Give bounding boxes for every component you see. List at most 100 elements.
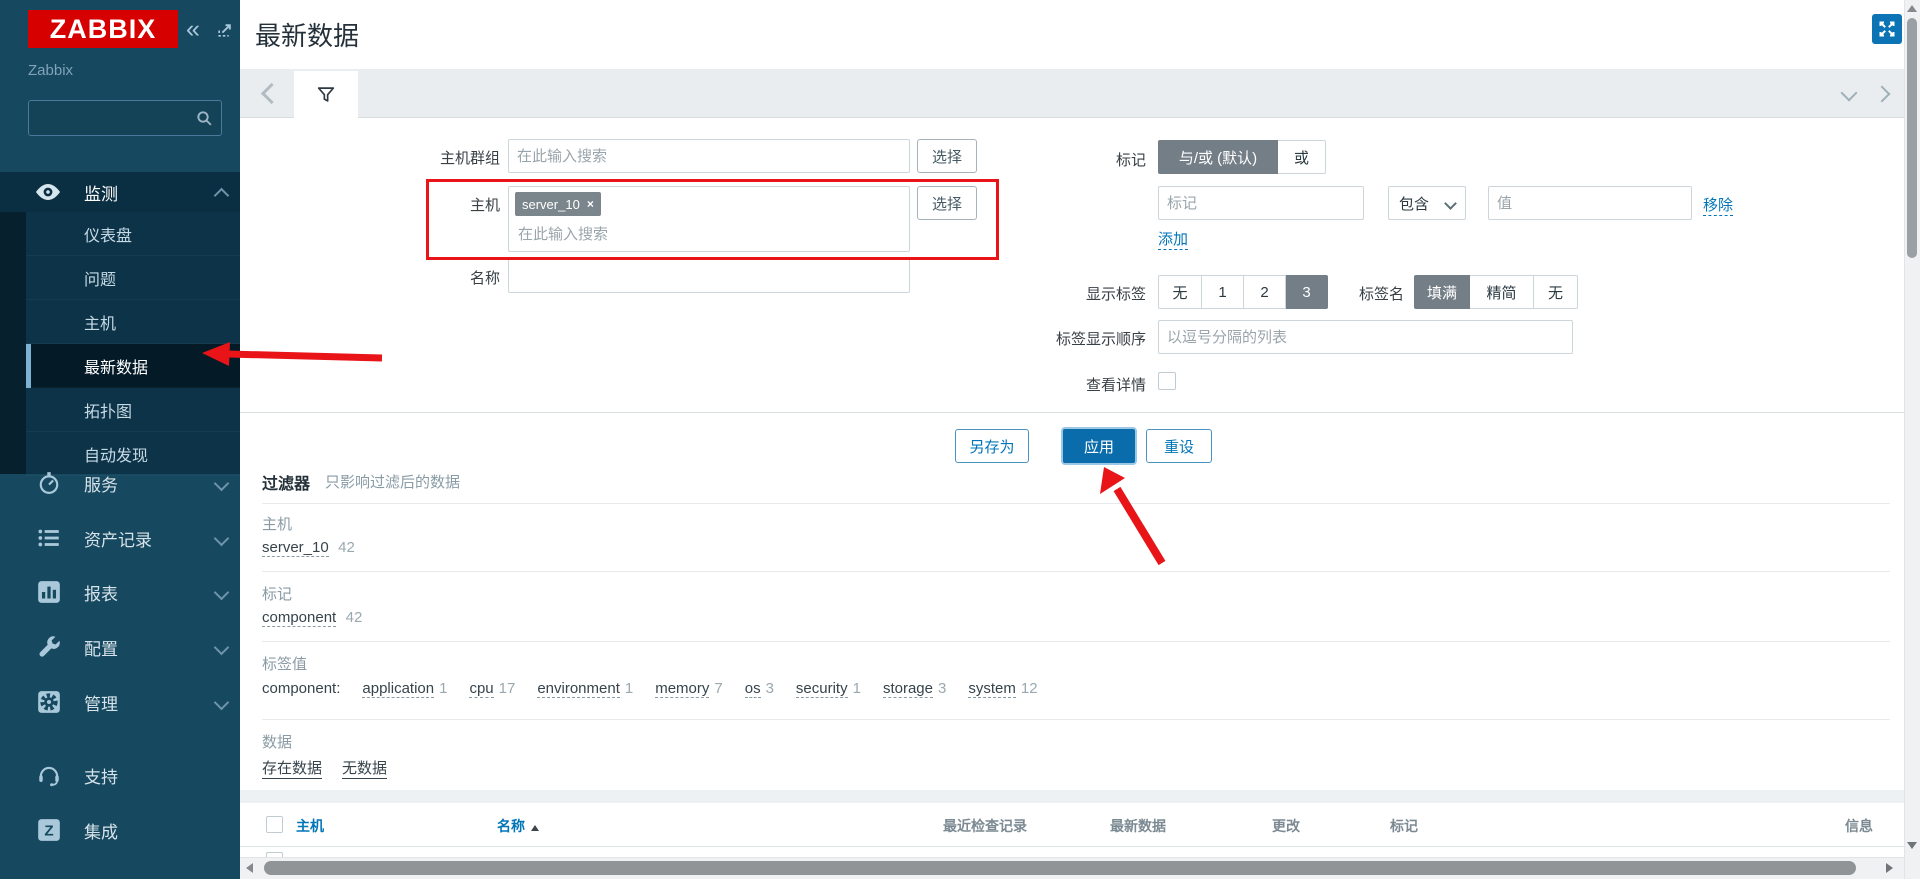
column-header-name[interactable]: 名称 [497,816,539,836]
tagvalue-link[interactable]: application [362,680,434,698]
column-header-last-check: 最近检查记录 [943,816,1027,836]
column-header-info: 信息 [1845,816,1873,836]
tagvalue-item: storage3 [883,680,946,697]
tag-order-input[interactable] [1158,320,1573,354]
column-header-host[interactable]: 主机 [296,816,324,836]
host-group-input[interactable] [508,139,910,173]
sidebar-item-dashboard[interactable]: 仪表盘 [26,212,240,256]
scroll-left-icon[interactable] [246,863,253,873]
tag-value-input[interactable] [1488,186,1692,220]
sidebar-item-reports[interactable]: 报表 [0,565,240,619]
scroll-up-icon[interactable] [1907,5,1917,12]
tag-add-link[interactable]: 添加 [1158,228,1188,250]
reset-button[interactable]: 重设 [1146,429,1212,463]
host-select-button[interactable]: 选择 [917,186,977,220]
tags-andor-segment: 与/或 (默认) 或 [1158,140,1326,174]
eye-icon [34,181,62,203]
tag-remove-link[interactable]: 移除 [1703,194,1733,216]
sidebar-item-configuration[interactable]: 配置 [0,620,240,674]
scroll-right-icon[interactable] [1886,863,1893,873]
tagvalue-link[interactable]: security [796,680,848,698]
tag-order-label: 标签显示顺序 [1006,328,1146,349]
table-header-row [240,803,1904,847]
zabbix-logo[interactable]: ZABBIX [28,10,178,48]
chevron-down-icon [214,584,230,600]
name-input[interactable] [508,259,910,293]
bar-chart-icon [36,579,62,605]
sidebar-item-problems[interactable]: 问题 [26,256,240,300]
sidebar-item-maps[interactable]: 拓扑图 [26,388,240,432]
tags-andor-option[interactable]: 与/或 (默认) [1158,140,1278,174]
headset-icon [36,762,62,788]
tags-or-option[interactable]: 或 [1278,140,1326,174]
sidebar-collapse-icon[interactable]: « [186,16,200,42]
show-tags-none[interactable]: 无 [1158,275,1202,309]
chevron-down-icon [1444,197,1457,210]
host-chip: server_10 × [515,192,601,216]
host-group-select-button[interactable]: 选择 [917,139,977,173]
tagvalues-prefix: component: [262,680,340,697]
chevron-down-icon [214,694,230,710]
tagvalue-item: application1 [362,680,447,697]
sidebar-item-integrations[interactable]: Z 集成 [0,803,240,857]
sidebar-item-support[interactable]: 支持 [0,748,240,802]
tagvalue-item: environment1 [537,680,633,697]
subfilter-host-link[interactable]: server_10 [262,539,329,557]
select-all-checkbox[interactable] [266,816,283,833]
tag-operator-select[interactable]: 包含 [1388,186,1466,220]
tagvalue-link[interactable]: memory [655,680,709,698]
tag-name-shortened[interactable]: 精简 [1470,275,1534,309]
scroll-down-icon[interactable] [1907,842,1917,849]
tag-name-input[interactable] [1158,186,1364,220]
name-label: 名称 [360,267,500,288]
divider [262,719,1890,720]
without-data-link[interactable]: 无数据 [342,757,387,779]
host-multiselect[interactable]: server_10 × 在此输入搜索 [508,186,910,252]
subfilter-tag-count: 42 [346,609,363,626]
z-icon: Z [36,817,62,843]
wrench-icon [36,634,62,660]
subfilter-host-row: server_10 42 [262,539,355,557]
host-input-placeholder: 在此输入搜索 [518,223,608,244]
tagvalue-link[interactable]: storage [883,680,933,698]
show-tags-2[interactable]: 2 [1244,275,1286,309]
tagvalue-link[interactable]: environment [537,680,620,698]
vertical-scroll-thumb[interactable] [1907,18,1917,258]
subfilter-tag-link[interactable]: component [262,609,336,627]
sidebar-search-input[interactable] [37,105,191,133]
with-data-link[interactable]: 存在数据 [262,757,322,779]
show-details-label: 查看详情 [1046,374,1146,395]
tagvalue-link[interactable]: system [968,680,1016,698]
server-name-label: Zabbix [28,62,73,79]
tag-name-full[interactable]: 填满 [1414,275,1470,309]
show-tags-label: 显示标签 [1046,283,1146,304]
subfilter-tagvalues-label: 标签值 [262,653,307,674]
tagvalue-item: system12 [968,680,1037,697]
chip-remove-icon[interactable]: × [587,197,594,211]
tag-name-none[interactable]: 无 [1534,275,1578,309]
horizontal-scroll-thumb[interactable] [264,861,1856,875]
sidebar-item-services[interactable]: 服务 [0,456,240,510]
tagvalue-link[interactable]: os [745,680,761,698]
sidebar-item-inventory[interactable]: 资产记录 [0,511,240,565]
sidebar-popout-icon[interactable] [216,22,233,44]
apply-button[interactable]: 应用 [1061,427,1137,465]
show-tags-1[interactable]: 1 [1202,275,1244,309]
sidebar-item-administration[interactable]: 管理 [0,675,240,729]
sidebar-item-monitoring[interactable]: 监测 [0,172,240,212]
save-as-button[interactable]: 另存为 [955,429,1029,463]
show-details-checkbox[interactable] [1158,372,1176,390]
show-tags-segment: 无 1 2 3 [1158,275,1328,309]
tagvalue-link[interactable]: cpu [469,680,493,698]
sidebar-item-hosts[interactable]: 主机 [26,300,240,344]
sidebar-item-help-partial[interactable] [0,866,240,879]
selected-item-accent-bar [26,344,31,388]
subfilter-tag-row: component 42 [262,609,362,627]
kiosk-mode-button[interactable] [1872,14,1902,44]
filter-tab-bar [240,69,1904,118]
tagvalue-item: security1 [796,680,861,697]
subfilter-data-label: 数据 [262,731,292,752]
filter-tab[interactable] [294,71,358,119]
sidebar-item-label: 监测 [84,180,118,205]
sidebar-item-latest-data[interactable]: 最新数据 [26,344,240,388]
